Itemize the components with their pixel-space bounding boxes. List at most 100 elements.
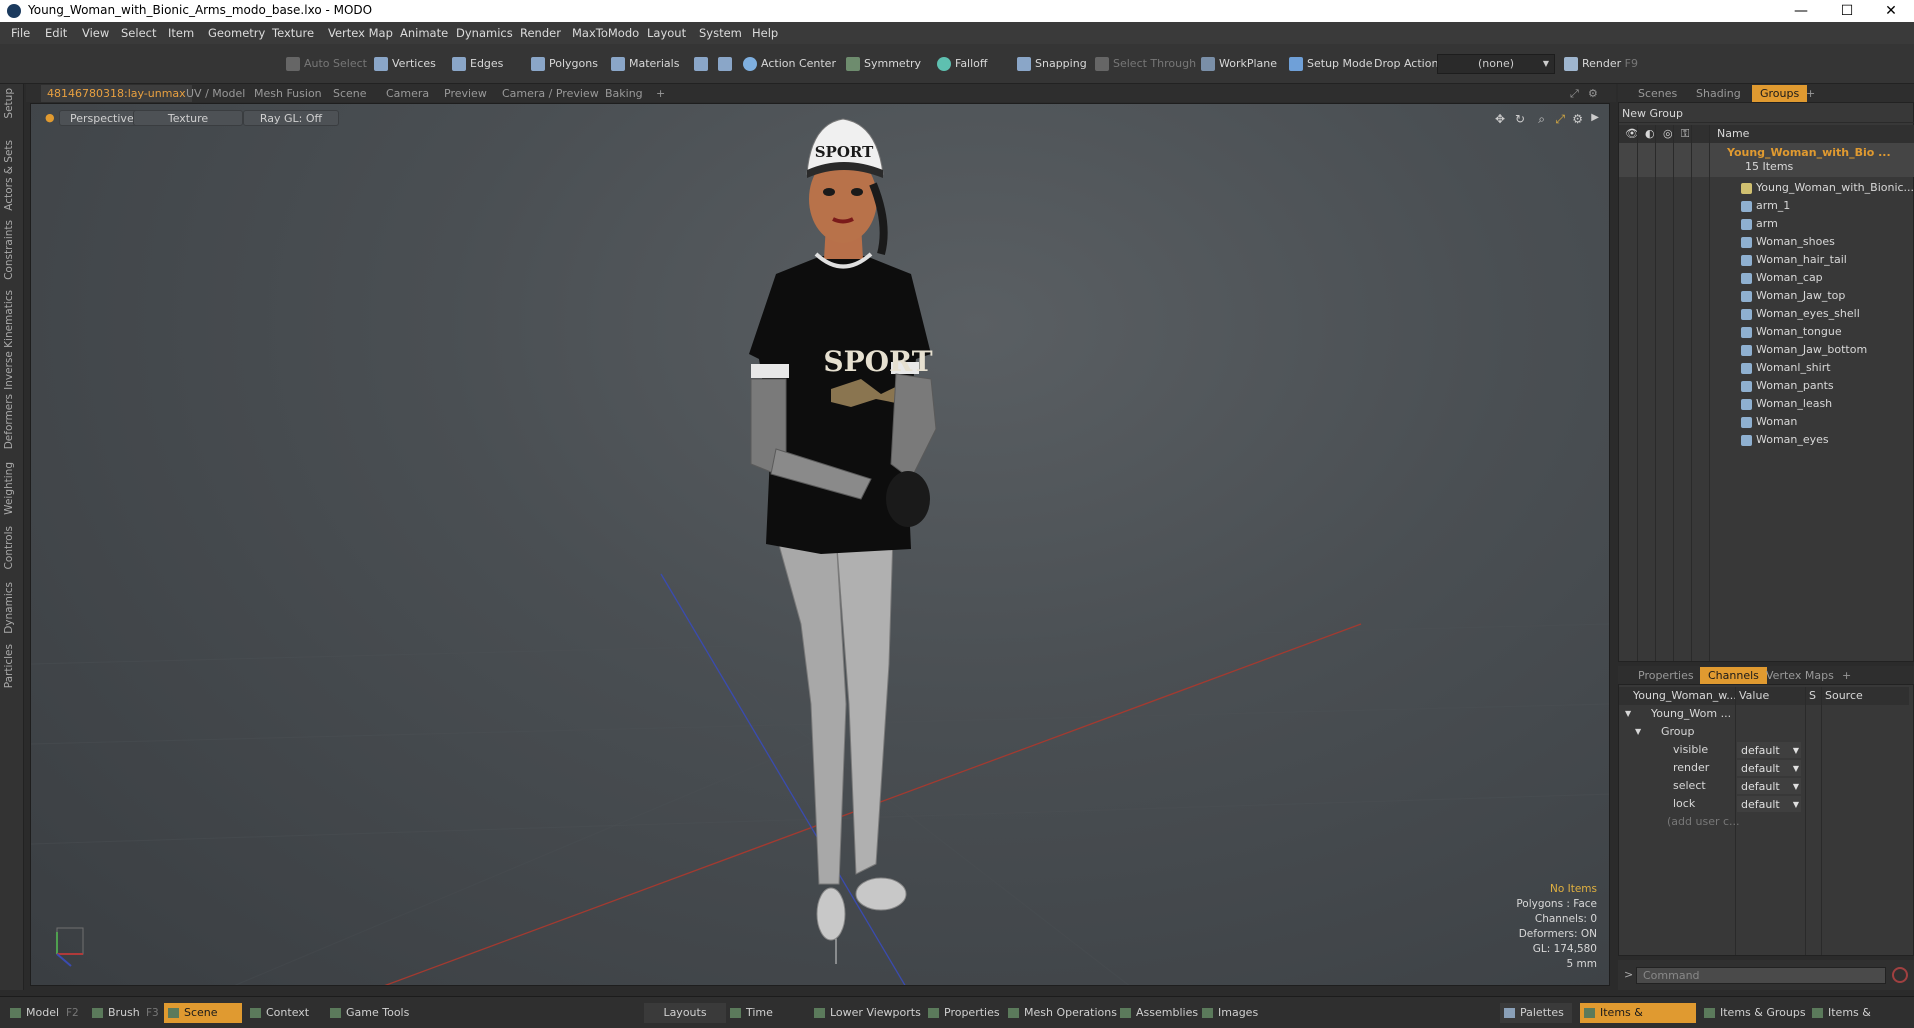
minimize-button[interactable]: —: [1778, 0, 1824, 22]
menu-vertex-map[interactable]: Vertex Map: [328, 26, 393, 40]
command-input[interactable]: Command: [1636, 967, 1886, 984]
tab-uv-model[interactable]: UV / Model: [180, 85, 251, 102]
shield-toggle-1[interactable]: [690, 54, 708, 74]
vtab-weighting[interactable]: Weighting: [3, 462, 15, 515]
menu-edit[interactable]: Edit: [45, 26, 67, 40]
tab-mesh-fusion[interactable]: Mesh Fusion: [248, 85, 328, 102]
group-row-selected[interactable]: Young_Woman_with_Bio ... 15 Items: [1619, 143, 1914, 177]
time-button[interactable]: Time: [726, 1003, 773, 1023]
game-tools-layout-button[interactable]: Game Tools: [326, 1003, 409, 1023]
collapse-icon[interactable]: ▼: [1635, 723, 1641, 741]
materials-button[interactable]: Materials: [607, 54, 679, 74]
menu-texture[interactable]: Texture: [272, 26, 314, 40]
tab-camera[interactable]: Camera: [380, 85, 435, 102]
render-button[interactable]: Render F9: [1560, 54, 1638, 74]
list-item[interactable]: Woman_pants: [1619, 377, 1914, 395]
falloff-button[interactable]: Falloff: [933, 54, 987, 74]
tab-scenes[interactable]: Scenes: [1630, 85, 1685, 102]
menu-geometry[interactable]: Geometry: [208, 26, 265, 40]
add-user-channel-row[interactable]: (add user c...: [1619, 813, 1909, 831]
vtab-inverse-kinematics[interactable]: Inverse Kinematics: [3, 290, 15, 390]
select-col-icon[interactable]: ◎: [1663, 125, 1673, 143]
menu-system[interactable]: System: [699, 26, 742, 40]
tab-properties[interactable]: Properties: [1630, 667, 1702, 684]
tab-vertex-maps[interactable]: Vertex Maps: [1758, 667, 1842, 684]
symmetry-button[interactable]: Symmetry: [842, 54, 921, 74]
properties-button[interactable]: Properties: [924, 1003, 1000, 1023]
menu-dynamics[interactable]: Dynamics: [456, 26, 513, 40]
list-item[interactable]: Woman_leash: [1619, 395, 1914, 413]
list-item[interactable]: Woman_cap: [1619, 269, 1914, 287]
list-item[interactable]: Woman_eyes_shell: [1619, 305, 1914, 323]
items-shading-button[interactable]: Items & Shading: [1808, 1003, 1914, 1028]
channel-value-dropdown[interactable]: default ▼: [1737, 778, 1801, 794]
assemblies-button[interactable]: Assemblies: [1116, 1003, 1198, 1023]
channel-row-select[interactable]: select default ▼: [1619, 777, 1909, 795]
channel-row-lock[interactable]: lock default ▼: [1619, 795, 1909, 813]
channel-row-visible[interactable]: visible default ▼: [1619, 741, 1909, 759]
list-item[interactable]: Womanl_shirt: [1619, 359, 1914, 377]
list-item[interactable]: Woman_hair_tail: [1619, 251, 1914, 269]
brush-layout-button[interactable]: Brush: [88, 1003, 140, 1023]
vtab-deformers[interactable]: Deformers: [3, 394, 15, 449]
lock-col-icon[interactable]: ⚿: [1681, 125, 1689, 143]
tab-channels[interactable]: Channels: [1700, 667, 1767, 684]
auto-select-button[interactable]: Auto Select: [282, 54, 367, 74]
gear-icon[interactable]: ⚙: [1582, 85, 1604, 102]
list-item[interactable]: Woman: [1619, 413, 1914, 431]
tab-preview[interactable]: Preview: [438, 85, 493, 102]
channel-value-dropdown[interactable]: default ▼: [1737, 796, 1801, 812]
menu-maxtomodo[interactable]: MaxToModo: [572, 26, 639, 40]
list-item[interactable]: Woman_eyes: [1619, 431, 1914, 449]
channel-root-row[interactable]: ▼ Young_Wom ...: [1619, 705, 1909, 723]
edges-button[interactable]: Edges: [448, 54, 503, 74]
menu-item[interactable]: Item: [168, 26, 194, 40]
tab-shading[interactable]: Shading: [1688, 85, 1749, 102]
vtab-actors-sets[interactable]: Actors & Sets: [3, 140, 15, 211]
new-group-button[interactable]: New Group: [1619, 105, 1914, 123]
list-item[interactable]: Woman_shoes: [1619, 233, 1914, 251]
tab-camera-preview[interactable]: Camera / Preview: [496, 85, 605, 102]
tab-scene[interactable]: Scene: [327, 85, 373, 102]
menu-layout[interactable]: Layout: [647, 26, 686, 40]
menu-file[interactable]: File: [11, 26, 30, 40]
menu-help[interactable]: Help: [752, 26, 778, 40]
menu-view[interactable]: View: [82, 26, 109, 40]
items-properties-button[interactable]: Items & Properties: [1580, 1003, 1696, 1028]
channel-group-row[interactable]: ▼ Group: [1619, 723, 1909, 741]
drop-action-dropdown[interactable]: (none) ▼: [1437, 54, 1555, 74]
mesh-operations-button[interactable]: Mesh Operations: [1004, 1003, 1117, 1023]
tab-layout-unmax[interactable]: 48146780318:lay-unmax: [41, 85, 192, 102]
lower-viewports-button[interactable]: Lower Viewports: [810, 1003, 921, 1023]
vtab-particles[interactable]: Particles: [3, 644, 15, 688]
shield-toggle-2[interactable]: [714, 54, 732, 74]
add-channel-tab-button[interactable]: +: [1834, 667, 1859, 684]
vtab-setup[interactable]: Setup: [3, 88, 15, 119]
palettes-button[interactable]: Palettes: [1500, 1003, 1572, 1023]
list-item[interactable]: Young_Woman_with_Bionic...: [1619, 179, 1914, 197]
select-through-button[interactable]: Select Through: [1091, 54, 1196, 74]
channel-value-dropdown[interactable]: default ▼: [1737, 742, 1801, 758]
layouts-button[interactable]: Layouts: [644, 1003, 726, 1023]
record-icon[interactable]: [1892, 967, 1908, 983]
vtab-constraints[interactable]: Constraints: [3, 220, 15, 280]
list-item[interactable]: arm_1: [1619, 197, 1914, 215]
add-panel-tab-button[interactable]: +: [1798, 85, 1823, 102]
list-item[interactable]: Woman_tongue: [1619, 323, 1914, 341]
workplane-button[interactable]: WorkPlane: [1197, 54, 1277, 74]
menu-animate[interactable]: Animate: [400, 26, 448, 40]
items-groups-button[interactable]: Items & Groups: [1700, 1003, 1806, 1023]
list-item[interactable]: Woman_Jaw_bottom: [1619, 341, 1914, 359]
menu-render[interactable]: Render: [520, 26, 561, 40]
model-layout-button[interactable]: Model: [6, 1003, 59, 1023]
tab-baking[interactable]: Baking: [599, 85, 649, 102]
add-tab-button[interactable]: +: [650, 85, 671, 102]
list-item[interactable]: Woman_Jaw_top: [1619, 287, 1914, 305]
action-center-button[interactable]: Action Center: [739, 54, 836, 74]
vtab-controls[interactable]: Controls: [3, 526, 15, 569]
vtab-dynamics[interactable]: Dynamics: [3, 582, 15, 634]
scene-layout-button[interactable]: Scene F4: [164, 1003, 242, 1028]
channel-value-dropdown[interactable]: default ▼: [1737, 760, 1801, 776]
channel-row-render[interactable]: render default ▼: [1619, 759, 1909, 777]
context-layout-button[interactable]: Context: [246, 1003, 309, 1023]
